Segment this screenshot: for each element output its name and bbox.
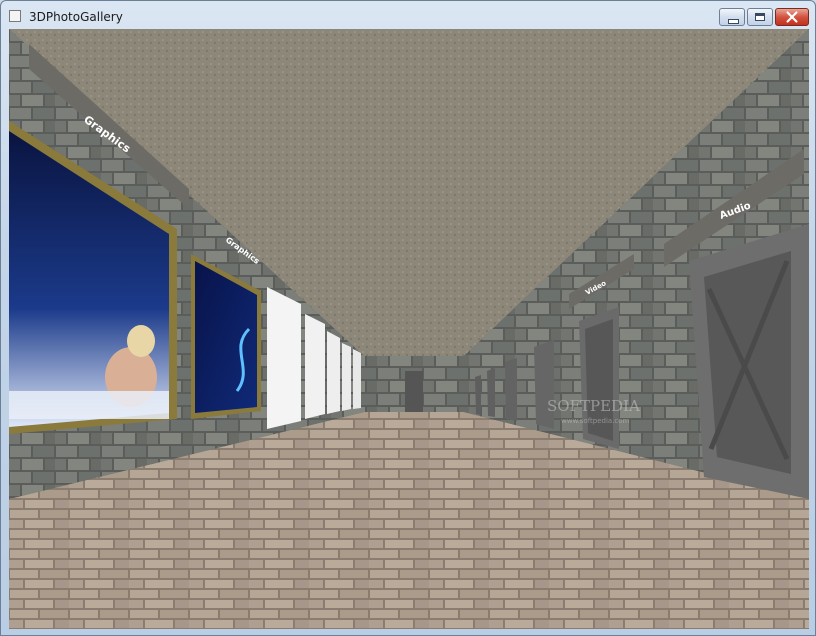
maximize-button[interactable] [747, 8, 773, 26]
door-4[interactable] [505, 358, 517, 421]
door-6[interactable] [475, 375, 481, 415]
door-3[interactable] [534, 340, 554, 429]
window-title: 3DPhotoGallery [29, 10, 123, 24]
app-window: 3DPhotoGallery Graphics Graphics Audio V… [0, 0, 816, 636]
picture-1-clouds [9, 391, 169, 419]
3d-gallery-viewport[interactable]: Graphics Graphics Audio Video SOFTPEDIA … [9, 29, 809, 629]
blank-canvas-1[interactable] [267, 287, 301, 429]
close-icon [786, 11, 798, 23]
maximize-icon [755, 13, 765, 21]
blank-canvas-5[interactable] [353, 349, 361, 409]
gallery-scene[interactable]: Graphics Graphics Audio Video SOFTPEDIA … [9, 29, 809, 629]
blank-canvas-4[interactable] [342, 343, 351, 411]
minimize-button[interactable] [719, 8, 745, 26]
back-wall-door[interactable] [405, 371, 423, 412]
door-5[interactable] [487, 368, 495, 417]
blank-canvas-3[interactable] [327, 331, 340, 414]
blank-canvas-2[interactable] [305, 314, 325, 419]
picture-1-figure-hair [127, 325, 155, 357]
watermark: SOFTPEDIA [547, 397, 640, 415]
close-button[interactable] [775, 8, 809, 26]
minimize-icon [728, 19, 739, 24]
title-bar[interactable]: 3DPhotoGallery [1, 1, 815, 29]
watermark-url: www.softpedia.com [561, 417, 630, 425]
window-app-icon[interactable] [9, 10, 21, 22]
